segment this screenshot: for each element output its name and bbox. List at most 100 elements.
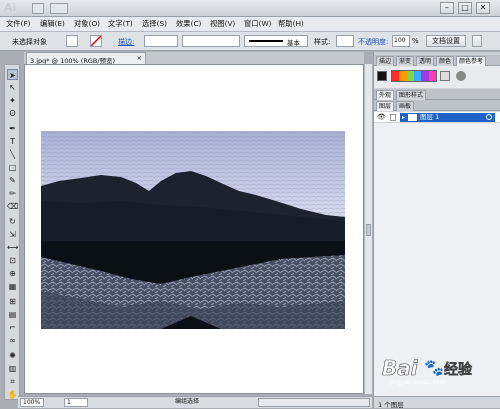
- document-settings-button[interactable]: 文档设置: [426, 35, 466, 47]
- brush-definition-select[interactable]: 基本: [244, 35, 308, 47]
- horizontal-scrollbar[interactable]: [258, 398, 370, 407]
- vertical-scrollbar[interactable]: [364, 64, 372, 394]
- layer-target-icon[interactable]: [486, 114, 492, 120]
- menu-view[interactable]: 视图(V): [210, 19, 235, 29]
- menu-object[interactable]: 对象(O): [74, 19, 100, 29]
- blend-tool-icon[interactable]: ∞: [7, 335, 18, 346]
- mesh-tool-icon[interactable]: ⊞: [7, 296, 18, 307]
- variable-width-select[interactable]: [182, 35, 240, 47]
- arrange-documents-button[interactable]: [50, 3, 68, 14]
- menu-type[interactable]: 文字(T): [108, 19, 133, 29]
- layer-row[interactable]: 👁 ▸ 图层 1: [374, 112, 500, 123]
- stroke-profile-label: 基本: [287, 39, 300, 47]
- opacity-field[interactable]: 100: [392, 35, 410, 47]
- harmony-rules-dropdown[interactable]: [440, 71, 450, 81]
- pen-tool-icon[interactable]: ✒: [7, 123, 18, 134]
- harmony-swatch-4[interactable]: [413, 71, 422, 81]
- harmony-swatch-2[interactable]: [399, 71, 407, 81]
- artboard-tool-icon[interactable]: ⌗: [7, 376, 18, 387]
- tab-appearance[interactable]: 外观: [376, 90, 395, 100]
- gradient-tool-icon[interactable]: ▤: [7, 309, 18, 320]
- menu-edit[interactable]: 编辑(E): [40, 19, 65, 29]
- watermark-paw-icon: 🐾: [424, 358, 444, 377]
- graphic-style-select[interactable]: [336, 35, 354, 47]
- harmony-swatch-6[interactable]: [428, 71, 436, 81]
- layer-name: 图层 1: [420, 113, 440, 121]
- lasso-tool-icon[interactable]: ʘ: [7, 108, 18, 119]
- type-tool-icon[interactable]: T: [7, 136, 18, 147]
- artwork-image: [41, 131, 345, 329]
- tab-transparency[interactable]: 透明: [416, 56, 435, 66]
- stroke-link[interactable]: 描边:: [118, 37, 134, 47]
- menu-effect[interactable]: 效果(C): [176, 19, 201, 29]
- width-tool-icon[interactable]: ⟷: [7, 242, 18, 253]
- maximize-button[interactable]: □: [458, 2, 472, 14]
- style-label: 样式:: [314, 38, 331, 46]
- magic-wand-tool-icon[interactable]: ✦: [7, 95, 18, 106]
- direct-selection-tool-icon[interactable]: ↖: [7, 82, 18, 93]
- eyedropper-tool-icon[interactable]: ⌐: [7, 322, 18, 333]
- control-bar-menu-button[interactable]: [472, 35, 482, 47]
- artboard-number-field[interactable]: 1: [64, 398, 88, 407]
- zoom-select[interactable]: 100%: [20, 398, 44, 407]
- fill-swatch[interactable]: [66, 35, 78, 47]
- selection-tool-icon[interactable]: ➤: [7, 69, 18, 80]
- stroke-weight-field[interactable]: [144, 35, 178, 47]
- scale-tool-icon[interactable]: ⇲: [7, 229, 18, 240]
- harmony-swatch-1[interactable]: [392, 71, 400, 81]
- title-bar: Ai – □ ✕: [0, 0, 500, 17]
- edit-colors-icon[interactable]: [456, 71, 466, 81]
- tab-layers[interactable]: 图层: [376, 101, 395, 111]
- shape-builder-tool-icon[interactable]: ⊕: [7, 268, 18, 279]
- tab-gradient[interactable]: 渐变: [396, 56, 415, 66]
- layers-panel-tabs: 图层 画板: [374, 100, 500, 111]
- appearance-panel-tabs: 外观 图形样式: [374, 89, 500, 100]
- tab-graphic-styles[interactable]: 图形样式: [396, 90, 427, 100]
- app-logo: Ai: [4, 1, 17, 14]
- status-bar: 100% 1 编组选择: [18, 396, 372, 408]
- menu-select[interactable]: 选择(S): [142, 19, 167, 29]
- column-graph-tool-icon[interactable]: ▥: [7, 363, 18, 374]
- tab-artboards[interactable]: 画板: [396, 101, 415, 111]
- scrollbar-thumb[interactable]: [366, 224, 371, 236]
- visibility-eye-icon[interactable]: 👁: [377, 113, 386, 121]
- harmony-swatch-3[interactable]: [406, 71, 414, 81]
- perspective-grid-tool-icon[interactable]: ▦: [7, 281, 18, 292]
- control-bar: 未选择对象 描边: 基本 样式: 不透明度: 100 % 文档设置: [0, 32, 500, 51]
- mountain-lake-artwork: [41, 131, 345, 329]
- document-canvas[interactable]: [24, 64, 364, 394]
- tab-color-guide[interactable]: 颜色参考: [456, 56, 487, 66]
- paintbrush-tool-icon[interactable]: ✎: [7, 175, 18, 186]
- line-tool-icon[interactable]: ╲: [7, 149, 18, 160]
- eraser-tool-icon[interactable]: ⌫: [7, 201, 18, 212]
- menu-window[interactable]: 窗口(W): [244, 19, 272, 29]
- document-tab[interactable]: 3.jpg* @ 100% (RGB/预览) ×: [26, 52, 146, 65]
- menu-bar: 文件(F) 编辑(E) 对象(O) 文字(T) 选择(S) 效果(C) 视图(V…: [0, 17, 500, 32]
- menu-file[interactable]: 文件(F): [6, 19, 30, 29]
- menu-help[interactable]: 帮助(H): [278, 19, 304, 29]
- close-window-button[interactable]: ✕: [476, 2, 490, 14]
- layer-highlight[interactable]: ▸ 图层 1: [400, 113, 495, 122]
- opacity-link[interactable]: 不透明度:: [358, 37, 388, 47]
- opacity-unit: %: [412, 37, 419, 45]
- harmony-swatch-5[interactable]: [421, 71, 429, 81]
- tab-stroke[interactable]: 描边: [376, 56, 395, 66]
- expand-layer-icon[interactable]: ▸: [402, 114, 405, 122]
- rotate-tool-icon[interactable]: ↻: [7, 216, 18, 227]
- layer-thumbnail: [408, 114, 417, 121]
- watermark-url: jingyan.baidu.com: [390, 379, 446, 386]
- close-tab-icon[interactable]: ×: [137, 54, 142, 62]
- bridge-button[interactable]: [32, 3, 44, 14]
- hand-tool-icon[interactable]: ✋: [7, 389, 18, 400]
- watermark-suffix: 经验: [444, 362, 473, 379]
- symbol-sprayer-tool-icon[interactable]: ✺: [7, 350, 18, 361]
- stroke-swatch[interactable]: [90, 35, 102, 47]
- harmony-swatches[interactable]: [391, 70, 437, 82]
- lock-toggle-icon[interactable]: [390, 114, 396, 121]
- free-transform-tool-icon[interactable]: ⊡: [7, 255, 18, 266]
- base-color-swatch[interactable]: [377, 71, 387, 81]
- rectangle-tool-icon[interactable]: □: [7, 162, 18, 173]
- minimize-button[interactable]: –: [440, 2, 454, 14]
- tab-color[interactable]: 颜色: [436, 56, 455, 66]
- pencil-tool-icon[interactable]: ✏: [7, 188, 18, 199]
